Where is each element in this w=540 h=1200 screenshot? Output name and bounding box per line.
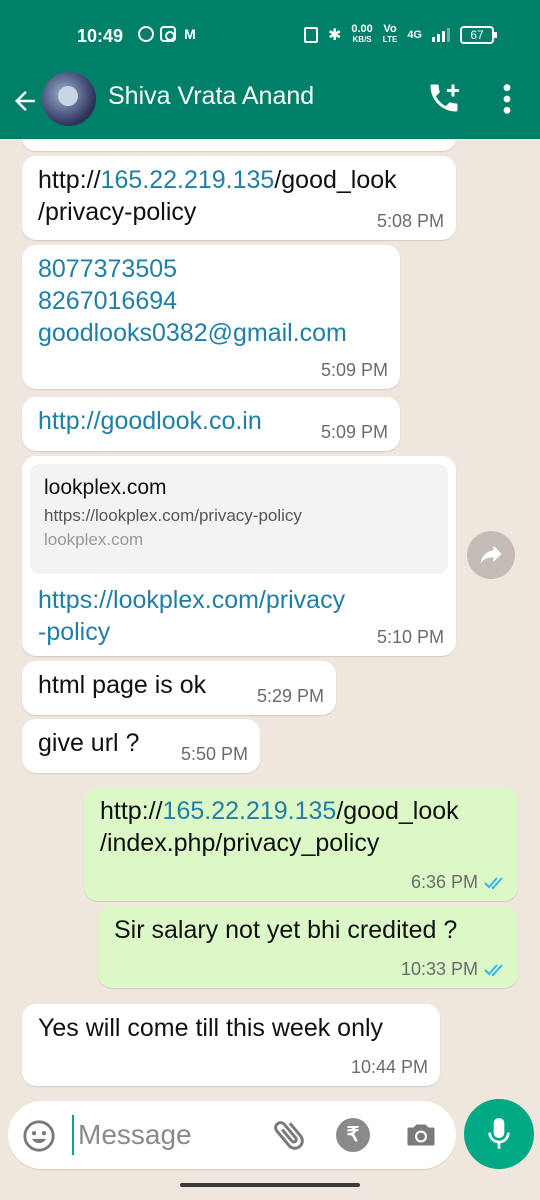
message-time: 6:36 PM (410, 872, 478, 892)
message-link[interactable]: -policy (38, 618, 110, 646)
message-meta: 10:44 PM (351, 1057, 428, 1078)
phone-link[interactable]: 8267016694 (38, 287, 177, 315)
microphone-icon (488, 1118, 510, 1149)
message-text-part: /good_look (274, 166, 397, 194)
home-indicator (180, 1183, 360, 1187)
message-text-part: http:// (38, 166, 101, 194)
message-time: 5:09 PM (320, 422, 388, 442)
message-bubble-partial (22, 139, 456, 151)
message-bubble-incoming[interactable]: http://goodlook.co.in 5:09 PM (22, 397, 400, 451)
message-meta: 5:08 PM (377, 211, 444, 232)
link-preview-title: lookplex.com (44, 476, 167, 499)
message-text: 8077373505 8267016694 goodlooks0382@gmai… (38, 253, 388, 349)
message-link[interactable]: 165.22.219.135 (101, 166, 275, 194)
double-check-read-icon (484, 963, 503, 976)
message-link[interactable]: http://goodlook.co.in (38, 407, 262, 435)
phone-link[interactable]: 8077373505 (38, 255, 177, 283)
message-text: Sir salary not yet bhi credited ? (114, 916, 458, 944)
network-speed-value: 0.00 (351, 23, 373, 35)
message-time: 10:44 PM (350, 1057, 428, 1077)
composer-bar: ₹ (0, 1097, 540, 1200)
email-link[interactable]: goodlooks0382@gmail.com (38, 319, 347, 347)
double-check-read-icon (484, 876, 503, 889)
share-arrow-icon (480, 545, 502, 564)
volte-bottom: LTE (382, 35, 398, 44)
vibrate-icon (303, 26, 318, 43)
message-text-part: /privacy-policy (38, 198, 197, 226)
message-time: 5:08 PM (376, 211, 444, 231)
message-bubble-incoming[interactable]: Yes will come till this week only 10:44 … (22, 1004, 440, 1086)
status-time: 10:49 (77, 26, 124, 46)
message-list[interactable]: http://165.22.219.135/good_look /privacy… (0, 139, 540, 1097)
payment-rupee-icon[interactable]: ₹ (336, 1118, 370, 1152)
network-speed: 0.00 KB/S (351, 24, 372, 45)
message-input[interactable] (78, 1113, 258, 1157)
notification-icons: M (138, 26, 198, 42)
message-meta: 6:36 PM (411, 872, 506, 893)
message-bubble-outgoing[interactable]: http://165.22.219.135/good_look /index.p… (84, 787, 518, 901)
message-bubble-incoming[interactable]: give url ? 5:50 PM (22, 719, 260, 773)
message-time: 5:10 PM (376, 627, 444, 647)
message-time: 5:09 PM (320, 360, 388, 380)
message-bubble-incoming[interactable]: html page is ok 5:29 PM (22, 661, 336, 715)
gmail-notification-icon: M (184, 26, 196, 42)
text-cursor (72, 1115, 74, 1155)
message-time: 10:33 PM (400, 959, 478, 979)
volte-top: Vo (383, 23, 397, 35)
contact-name[interactable]: Shiva Vrata Anand (108, 82, 314, 111)
message-meta: 5:50 PM (181, 744, 248, 765)
message-link[interactable]: 165.22.219.135 (163, 797, 337, 825)
volte-indicator: Vo LTE (383, 24, 398, 45)
message-meta: 5:09 PM (321, 360, 388, 381)
more-vertical-icon[interactable] (498, 82, 516, 116)
network-speed-unit: KB/S (352, 35, 372, 44)
instagram-notification-icon (160, 26, 176, 42)
message-time: 5:50 PM (180, 744, 248, 764)
message-composer[interactable]: ₹ (8, 1101, 456, 1169)
message-text-part: /good_look (336, 797, 459, 825)
message-link[interactable]: https://lookplex.com/privacy (38, 586, 345, 614)
message-text: http://165.22.219.135/good_look /index.p… (100, 795, 506, 859)
add-call-icon[interactable] (426, 80, 462, 116)
arrow-left-icon[interactable] (10, 86, 40, 116)
emoji-icon[interactable] (22, 1119, 56, 1153)
battery-icon: 67 (460, 25, 497, 44)
message-text-part: http:// (100, 797, 163, 825)
whatsapp-notification-icon (138, 26, 154, 42)
link-preview-card[interactable]: lookplex.com https://lookplex.com/privac… (30, 464, 448, 574)
message-meta: 5:29 PM (257, 686, 324, 707)
message-text: Yes will come till this week only (38, 1014, 384, 1042)
network-type: 4G (407, 28, 422, 41)
forward-button[interactable] (467, 531, 515, 579)
message-meta: 10:33 PM (401, 959, 506, 980)
message-bubble-incoming[interactable]: http://165.22.219.135/good_look /privacy… (22, 156, 456, 240)
avatar[interactable] (42, 72, 96, 126)
paperclip-icon[interactable] (270, 1115, 310, 1155)
message-time: 5:29 PM (256, 686, 324, 706)
status-bar: 10:49 M ✱ 0.00 KB/S Vo LTE 4G 67 (0, 0, 540, 68)
bluetooth-icon: ✱ (327, 26, 342, 44)
link-preview-url: https://lookplex.com/privacy-policy (44, 506, 302, 525)
camera-icon[interactable] (402, 1117, 440, 1153)
message-meta: 5:10 PM (377, 627, 444, 648)
message-bubble-incoming[interactable]: lookplex.com https://lookplex.com/privac… (22, 456, 456, 656)
chat-header: Shiva Vrata Anand (0, 68, 540, 139)
signal-icon (432, 27, 450, 42)
link-preview-domain: lookplex.com (44, 530, 144, 549)
message-meta: 5:09 PM (321, 422, 388, 443)
message-text-part: /index.php/privacy_policy (100, 829, 380, 857)
system-status-icons: ✱ 0.00 KB/S Vo LTE 4G 67 (303, 24, 497, 45)
voice-record-button[interactable] (464, 1099, 534, 1169)
message-bubble-incoming[interactable]: 8077373505 8267016694 goodlooks0382@gmai… (22, 245, 400, 389)
message-bubble-outgoing[interactable]: Sir salary not yet bhi credited ? 10:33 … (98, 906, 518, 988)
